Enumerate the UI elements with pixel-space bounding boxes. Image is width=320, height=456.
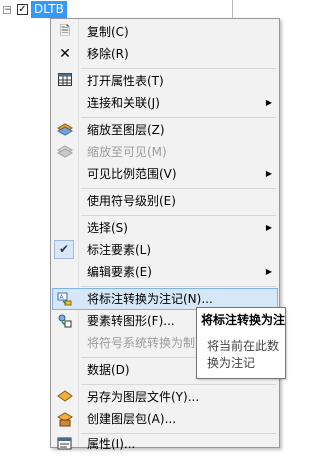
layer-file-icon	[57, 389, 73, 405]
menu-item-label: 使用符号级别(E)	[87, 194, 176, 208]
menu-item-zoom-to-visible[interactable]: 缩放至可见(M)	[52, 141, 278, 163]
menu-item-open-attribute-table[interactable]: 打开属性表(T)	[52, 70, 278, 92]
menu-item-label: 可见比例范围(V)	[87, 167, 177, 181]
tooltip-body-line: 将当前在此数	[207, 339, 280, 353]
features-graphics-icon	[57, 313, 73, 329]
divider	[232, 0, 233, 20]
menu-separator	[81, 215, 276, 216]
layer-context-menu: 🗎 复制(C) ✕ 移除(R) 打开属性表(T) 连接和关联(J) ▶ 缩放至图…	[50, 18, 280, 451]
menu-item-edit-features[interactable]: 编辑要素(E) ▶	[52, 261, 278, 283]
tooltip-body-line: 换为注记	[207, 356, 256, 370]
menu-item-label: 打开属性表(T)	[87, 74, 164, 88]
toc-layer-row[interactable]: ✓ DLTB	[0, 0, 274, 20]
tooltip: 将标注转换为注 将当前在此数 换为注记	[196, 307, 286, 379]
menu-item-label: 标注要素(L)	[87, 243, 152, 257]
tooltip-body: 将当前在此数 换为注记	[207, 338, 279, 372]
table-icon	[57, 73, 73, 89]
menu-item-selection[interactable]: 选择(S) ▶	[52, 217, 278, 239]
submenu-arrow-icon: ▶	[265, 267, 272, 276]
menu-item-label: 创建图层包(A)...	[87, 412, 177, 426]
layer-package-icon	[56, 411, 74, 427]
menu-separator	[81, 188, 276, 189]
menu-item-create-layer-package[interactable]: 创建图层包(A)...	[52, 408, 278, 430]
convert-labels-icon: A	[57, 291, 73, 307]
menu-item-label: 缩放至图层(Z)	[87, 123, 165, 137]
zoom-layer-icon	[56, 122, 74, 138]
menu-item-joins-relates[interactable]: 连接和关联(J) ▶	[52, 92, 278, 114]
menu-item-copy[interactable]: 🗎 复制(C)	[52, 21, 278, 43]
menu-item-remove[interactable]: ✕ 移除(R)	[52, 43, 278, 65]
menu-item-label: 选择(S)	[87, 221, 128, 235]
menu-separator	[81, 117, 276, 118]
menu-separator	[81, 384, 276, 385]
submenu-arrow-icon: ▶	[265, 223, 272, 232]
menu-item-label: 复制(C)	[87, 25, 129, 39]
menu-item-label: 连接和关联(J)	[87, 96, 160, 110]
zoom-visible-icon	[56, 144, 74, 160]
submenu-arrow-icon: ▶	[265, 169, 272, 178]
menu-separator	[81, 68, 276, 69]
menu-separator	[81, 286, 276, 287]
tooltip-title: 将标注转换为注	[201, 313, 286, 327]
layer-visibility-checkbox[interactable]: ✓	[17, 4, 28, 15]
menu-item-save-as-layer-file[interactable]: 另存为图层文件(Y)...	[52, 386, 278, 408]
menu-item-label: 移除(R)	[87, 47, 129, 61]
submenu-arrow-icon: ▶	[265, 98, 272, 107]
menu-item-label: 将符号系统转换为制图	[87, 336, 208, 350]
menu-item-label: 编辑要素(E)	[87, 265, 152, 279]
menu-item-properties[interactable]: 属性(I)...	[52, 433, 278, 455]
menu-item-label-features[interactable]: ✔ 标注要素(L)	[52, 239, 278, 261]
menu-item-label: 属性(I)...	[87, 437, 136, 451]
menu-item-visible-scale-range[interactable]: 可见比例范围(V) ▶	[52, 163, 278, 185]
collapse-icon[interactable]	[3, 6, 11, 14]
menu-item-label: 要素转图形(F)...	[87, 314, 175, 328]
menu-item-label: 数据(D)	[87, 363, 130, 377]
checkmark-icon: ✔	[54, 240, 74, 259]
properties-icon	[57, 436, 73, 452]
layer-name[interactable]: DLTB	[31, 1, 67, 18]
menu-item-label: 缩放至可见(M)	[87, 145, 167, 159]
menu-item-label: 另存为图层文件(Y)...	[87, 390, 200, 404]
copy-icon: 🗎	[59, 24, 71, 39]
menu-item-use-symbol-levels[interactable]: 使用符号级别(E)	[52, 190, 278, 212]
menu-item-zoom-to-layer[interactable]: 缩放至图层(Z)	[52, 119, 278, 141]
menu-item-label: 将标注转换为注记(N)...	[87, 292, 213, 306]
remove-icon: ✕	[59, 46, 71, 62]
